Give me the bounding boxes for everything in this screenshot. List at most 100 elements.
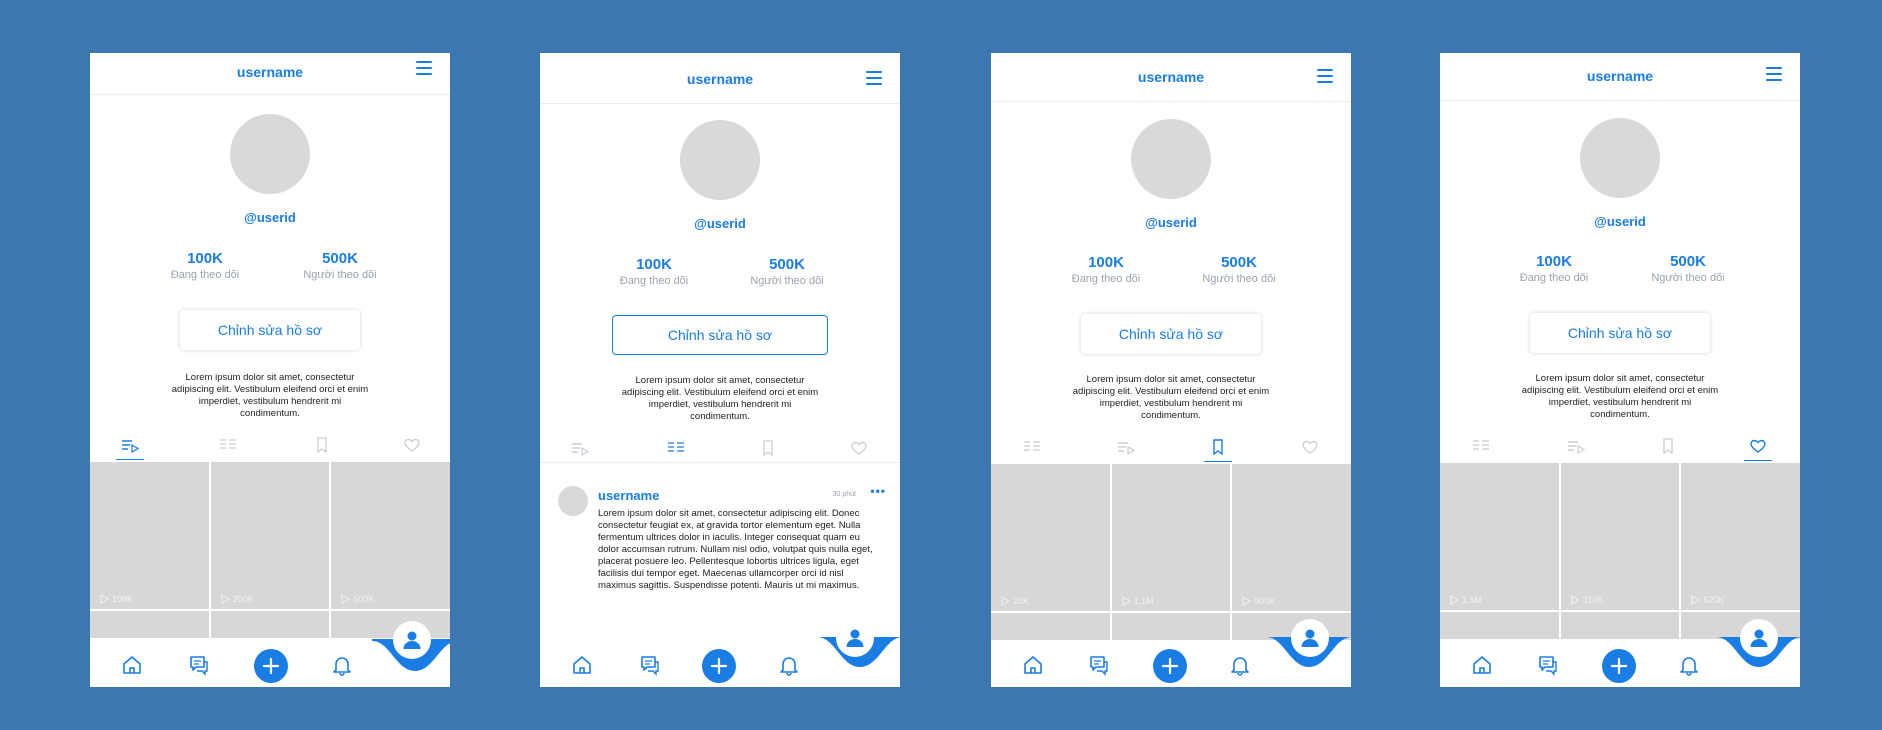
profile-avatar[interactable] (230, 114, 310, 194)
tab-liked[interactable] (400, 437, 424, 457)
nav-notifications[interactable] (330, 653, 354, 677)
tab-videos[interactable] (1469, 438, 1493, 458)
tab-liked[interactable] (1744, 438, 1772, 461)
nav-messages[interactable] (638, 653, 662, 677)
menu-icon[interactable] (866, 71, 882, 85)
video-thumbnail[interactable]: 620K (1681, 463, 1800, 639)
bookmark-icon (317, 437, 327, 453)
user-id: @userid (244, 210, 296, 225)
video-thumbnail[interactable]: 310K (1560, 463, 1680, 639)
profile-avatar[interactable] (1580, 118, 1660, 198)
video-thumbnail[interactable]: 200K (210, 462, 330, 638)
edit-profile-button[interactable]: Chỉnh sửa hồ sơ (180, 310, 360, 350)
app-header: username (1440, 53, 1800, 101)
heart-icon (1750, 439, 1766, 453)
bell-icon (780, 657, 798, 676)
nav-home[interactable] (570, 653, 594, 677)
saved-grid: 20K 1,1M 900K (991, 464, 1351, 640)
nav-notifications[interactable] (1677, 653, 1701, 677)
view-count: 1,5M (1450, 595, 1482, 605)
tab-saved[interactable] (1656, 438, 1680, 458)
tab-videos[interactable] (1020, 439, 1044, 459)
nav-home[interactable] (1470, 653, 1494, 677)
video-thumbnail[interactable]: 20K (991, 464, 1110, 640)
nav-notifications[interactable] (1228, 653, 1252, 677)
video-thumbnail[interactable]: 100K (90, 462, 209, 638)
play-icon (1001, 596, 1010, 606)
post-avatar[interactable] (558, 486, 588, 516)
followers-stat[interactable]: 500K Người theo dõi (1633, 253, 1743, 284)
following-label: Đang theo dõi (619, 275, 689, 287)
tab-posts[interactable] (216, 437, 240, 457)
view-count: 500K (341, 594, 374, 604)
app-header: username (991, 53, 1351, 102)
nav-notifications[interactable] (777, 653, 801, 677)
followers-count: 500K (769, 256, 805, 273)
tab-posts[interactable] (662, 440, 690, 463)
profile-avatar[interactable] (1131, 119, 1211, 199)
nav-home[interactable] (1021, 653, 1045, 677)
nav-profile[interactable] (1291, 619, 1329, 657)
video-thumbnail[interactable]: 500K (331, 462, 450, 638)
nav-profile[interactable] (393, 621, 431, 659)
play-icon (1691, 595, 1701, 605)
nav-messages[interactable] (1536, 653, 1560, 677)
edit-profile-button[interactable]: Chỉnh sửa hồ sơ (1530, 313, 1710, 353)
video-thumbnail[interactable]: 1,5M (1440, 463, 1559, 639)
video-thumbnail[interactable]: 1,1M (1111, 464, 1231, 640)
edit-profile-button[interactable]: Chỉnh sửa hồ sơ (1081, 314, 1261, 354)
nav-messages[interactable] (1087, 653, 1111, 677)
nav-profile[interactable] (836, 619, 874, 657)
followers-stat[interactable]: 500K Người theo dõi (732, 256, 842, 287)
add-button[interactable] (1602, 649, 1636, 683)
tab-videos[interactable] (568, 440, 592, 460)
following-stat[interactable]: 100K Đang theo dõi (1051, 254, 1161, 285)
followers-stat[interactable]: 500K Người theo dõi (1184, 254, 1294, 285)
tab-saved[interactable] (310, 437, 334, 457)
more-options-icon[interactable]: ••• (870, 484, 886, 498)
profile-screen-liked: username @userid 100K Đang theo dõi 500K… (1440, 53, 1800, 687)
view-count-text: 200K (232, 594, 254, 604)
menu-icon[interactable] (1766, 67, 1782, 81)
home-icon (573, 656, 591, 674)
video-grid: 100K 200K 500K (90, 462, 450, 638)
header-username: username (236, 64, 304, 80)
following-stat[interactable]: 100K Đang theo dõi (150, 250, 260, 281)
following-label: Đang theo dõi (170, 269, 240, 281)
nav-messages[interactable] (187, 653, 211, 677)
profile-screen-videos: username @userid 100K Đang theo dõi 500K… (90, 53, 450, 687)
edit-profile-button[interactable]: Chỉnh sửa hồ sơ (612, 315, 828, 355)
profile-tabs (1440, 438, 1800, 461)
add-button[interactable] (702, 649, 736, 683)
profile-avatar[interactable] (680, 120, 760, 200)
tab-posts[interactable] (1114, 439, 1138, 459)
menu-icon[interactable] (1317, 69, 1333, 83)
tab-liked[interactable] (847, 440, 871, 460)
user-id: @userid (1594, 214, 1646, 229)
add-button[interactable] (254, 649, 288, 683)
view-count: 200K (221, 594, 254, 604)
tab-posts[interactable] (1564, 438, 1588, 458)
followers-label: Người theo dõi (1202, 273, 1276, 285)
followers-stat[interactable]: 500K Người theo dõi (285, 250, 395, 281)
following-stat[interactable]: 100K Đang theo dõi (1499, 253, 1609, 284)
tab-videos[interactable] (116, 437, 144, 460)
nav-profile[interactable] (1740, 619, 1778, 657)
post-username[interactable]: username (598, 488, 659, 503)
posts-list-icon (1473, 440, 1489, 450)
view-count: 900K (1242, 596, 1275, 606)
profile-icon (403, 631, 421, 649)
video-thumbnail[interactable]: 900K (1232, 464, 1351, 640)
heart-icon (851, 441, 867, 455)
add-button[interactable] (1153, 649, 1187, 683)
profile-tabs (90, 437, 450, 460)
tab-saved[interactable] (1204, 439, 1232, 462)
menu-icon[interactable] (416, 61, 432, 75)
view-count: 620K (1691, 595, 1724, 605)
tab-saved[interactable] (756, 440, 780, 460)
nav-home[interactable] (120, 653, 144, 677)
play-icon (221, 594, 230, 604)
post-text: Lorem ipsum dolor sit amet, consectetur … (598, 508, 873, 591)
tab-liked[interactable] (1298, 439, 1322, 459)
following-stat[interactable]: 100K Đang theo dõi (599, 256, 709, 287)
